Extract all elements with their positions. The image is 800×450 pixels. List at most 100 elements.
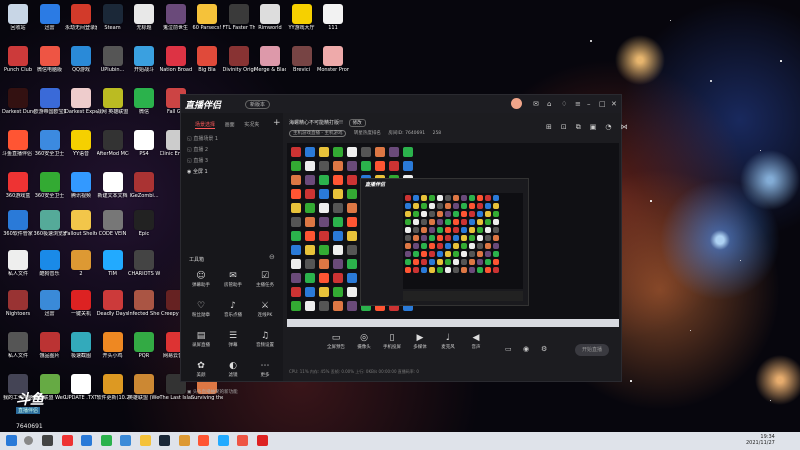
tool-item[interactable]: ♡ 粉丝勋章 [186, 301, 216, 318]
desktop-icon[interactable]: 微信 [128, 86, 160, 126]
desktop-icon[interactable]: 私人文件 [2, 248, 34, 288]
desktop-icon[interactable]: IGeZombi... [128, 170, 160, 210]
desktop-icon[interactable]: Merge & Blade [254, 44, 286, 84]
desktop-icon[interactable]: YY游戏大厅 [286, 2, 318, 42]
desktop-icon[interactable]: 360安全卫士 [34, 128, 66, 168]
desktop-icon[interactable]: Darkest Dungeon [2, 86, 34, 126]
desktop-icon[interactable]: 回收站 [2, 2, 34, 42]
grid-icon[interactable]: ⊞ [546, 123, 552, 131]
scene-item[interactable]: ◱ 直播 3 [187, 157, 208, 164]
edit-title-button[interactable]: 修改 [348, 119, 366, 127]
desktop-icon[interactable]: 极速截图 [65, 330, 97, 370]
desktop-icon[interactable]: 无标题 [128, 2, 160, 42]
desktop-icon[interactable]: Rimworld [254, 2, 286, 42]
desktop-icon[interactable]: 360游戏盒 [2, 170, 34, 210]
desktop-icon[interactable]: 开始战斗 [128, 44, 160, 84]
camera-button[interactable]: ◎ 摄像头 [351, 333, 377, 350]
scene-item[interactable]: ◱ 直播 2 [187, 146, 208, 153]
version-badge[interactable]: 新版本 [245, 100, 271, 109]
taskbar-app-icon[interactable] [81, 435, 92, 446]
desktop-icon[interactable]: Nation Broadcast [160, 44, 192, 84]
desktop-icon[interactable]: 战网 英雄联盟 [97, 86, 129, 126]
taskbar-app-icon[interactable] [159, 435, 170, 446]
taskbar-app-icon[interactable] [139, 435, 151, 446]
desktop-icon[interactable]: 斗鱼直播伴侣 打工单 [2, 128, 34, 168]
desktop-icon[interactable]: 饿品图片 [34, 330, 66, 370]
camera-icon[interactable]: ⧉ [576, 123, 581, 131]
desktop-icon[interactable]: PS4 [128, 128, 160, 168]
desktop-icon[interactable]: Punch Club [2, 44, 34, 84]
desktop-icon[interactable]: 微信电脑版 [34, 44, 66, 84]
fullscreen-preview-button[interactable]: ▭ 全屏预告 [323, 333, 349, 350]
taskbar-app-icon[interactable] [120, 435, 131, 446]
tool-item[interactable]: ☺ 弹幕助手 [186, 271, 216, 288]
start-icon[interactable] [6, 435, 17, 446]
media-button[interactable]: ▶ 多媒体 [407, 333, 433, 350]
taskbar-app-icon[interactable] [100, 435, 112, 446]
go-live-button[interactable]: 开始直播 [575, 344, 609, 356]
minimize-icon[interactable]: – [587, 100, 591, 108]
desktop-icon[interactable]: 360安全卫士 [34, 170, 66, 210]
desktop-icon[interactable]: Nightoers [2, 288, 34, 328]
tool-item[interactable]: ⚔ 连线PK [250, 301, 280, 318]
desktop-icon[interactable]: UPDATE .TXT [65, 372, 97, 412]
tool-item[interactable]: ♪ 音乐点播 [218, 301, 248, 318]
desktop-icon[interactable]: 360极速浏览器 [34, 208, 66, 248]
desktop-icon[interactable]: 腾讯视频 [65, 170, 97, 210]
record-icon[interactable]: ▭ [505, 345, 512, 353]
desktop-icon[interactable]: 英雄联盟 (WeGame) [128, 372, 160, 412]
desktop-icon[interactable]: QQ游戏 [65, 44, 97, 84]
tool-item[interactable]: ▤ 录屏直播 [186, 331, 216, 348]
desktop-icon[interactable]: YY语音 [65, 128, 97, 168]
scene-item[interactable]: ◉ 全屏 1 [187, 168, 208, 175]
bell-icon[interactable]: ◔ [605, 123, 611, 131]
microphone-button[interactable]: ♩ 麦克风 [435, 333, 461, 350]
taskbar-app-icon[interactable] [256, 435, 268, 446]
mail-icon[interactable]: ✉ [533, 100, 539, 108]
desktop-icon[interactable]: 迅雷 [34, 288, 66, 328]
desktop-icon[interactable]: FTL Faster Than Light [223, 2, 255, 42]
close-icon[interactable]: ✕ [611, 100, 617, 108]
shirt-icon[interactable]: ♢ [561, 100, 567, 108]
desktop-icon[interactable]: 酷狗音乐 [34, 248, 66, 288]
copy-icon[interactable]: ▣ [590, 123, 597, 131]
avatar[interactable] [511, 98, 522, 109]
desktop-icon[interactable]: Big Bla [191, 44, 223, 84]
settings-icon[interactable]: ⚙ [541, 345, 547, 353]
desktop-icon[interactable]: 60 Parsecs! [191, 2, 223, 42]
lock-icon[interactable]: ⊡ [561, 123, 567, 131]
category-pill[interactable]: 主机游戏直播 - 主机游戏 [289, 130, 347, 137]
phone-cast-button[interactable]: ▯ 手机投屏 [379, 333, 405, 350]
taskbar-app-icon[interactable] [237, 435, 248, 446]
share-icon[interactable]: ⋈ [620, 123, 627, 131]
desktop-icon[interactable]: PQR [128, 330, 160, 370]
tool-item[interactable]: ◐ 滤镜 [218, 361, 248, 378]
taskbar-app-icon[interactable] [198, 435, 209, 446]
desktop-icon[interactable]: Darkest Expedition [65, 86, 97, 126]
desktop-icon[interactable]: 鬼泣前世生 [160, 2, 192, 42]
desktop-icon[interactable]: Monster Prom [317, 44, 349, 84]
menu-icon[interactable]: ≡ [575, 100, 581, 108]
desktop-icon[interactable]: Brevici [286, 44, 318, 84]
tab-clips[interactable]: 实况夹 [244, 122, 259, 128]
tool-item[interactable]: ☰ 弹幕 [218, 331, 248, 348]
desktop-icon[interactable]: AfterMod MCentral [97, 128, 129, 168]
tab-scene[interactable]: 场景选择 [195, 122, 216, 129]
status-line[interactable]: ▣ 头条直播抽奖的新功能 [187, 389, 238, 395]
tool-item[interactable]: ☑ 主播任务 [250, 271, 280, 288]
tool-item[interactable]: ⋯ 更多 [250, 361, 280, 378]
stop-icon[interactable]: ◉ [523, 345, 529, 353]
tab-screen[interactable]: 画面 [225, 122, 235, 128]
taskbar-app-icon[interactable] [217, 435, 229, 446]
taskbar-app-icon[interactable] [42, 435, 53, 446]
desktop-icon[interactable]: 永劫无间登录器 [65, 2, 97, 42]
add-scene-icon[interactable]: + [273, 118, 281, 128]
desktop-icon[interactable]: UPlubin... [97, 44, 129, 84]
desktop-icon[interactable]: 111 [317, 2, 349, 42]
desktop-icon[interactable]: 360软件管家 [2, 208, 34, 248]
desktop-icon[interactable]: Deadly Days [97, 288, 129, 328]
tool-item[interactable]: ♫ 音频设置 [250, 331, 280, 348]
gift-icon[interactable]: ⌂ [547, 100, 551, 108]
system-clock[interactable]: 19:34 2021/11/27 [746, 434, 775, 446]
desktop-icon[interactable]: Epic [128, 208, 160, 248]
